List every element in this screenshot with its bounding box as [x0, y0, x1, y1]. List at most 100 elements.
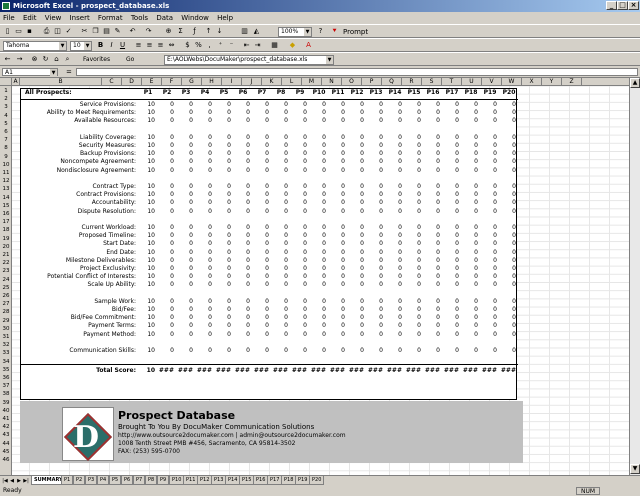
score-cell[interactable]: 0 — [214, 191, 234, 199]
score-cell[interactable]: 0 — [499, 240, 519, 248]
score-cell[interactable]: 0 — [157, 240, 177, 248]
score-cell[interactable]: 0 — [385, 273, 405, 281]
score-cell[interactable]: ### — [480, 367, 500, 375]
score-cell[interactable]: 0 — [271, 150, 291, 158]
borders-icon[interactable]: ▦ — [270, 41, 279, 50]
score-cell[interactable]: 0 — [176, 257, 196, 265]
score-cell[interactable]: 0 — [366, 208, 386, 216]
score-cell[interactable]: 0 — [157, 273, 177, 281]
score-cell[interactable]: 0 — [328, 109, 348, 117]
score-cell[interactable]: 0 — [233, 109, 253, 117]
score-cell[interactable]: 10 — [138, 117, 158, 125]
save-icon[interactable]: ▪ — [25, 27, 34, 36]
score-cell[interactable]: 0 — [385, 101, 405, 109]
score-cell[interactable]: 0 — [499, 322, 519, 330]
score-cell[interactable]: 0 — [176, 134, 196, 142]
score-cell[interactable]: 0 — [328, 199, 348, 207]
decrease-indent-icon[interactable]: ⇤ — [242, 41, 251, 50]
tab-p7[interactable]: P7 — [133, 476, 146, 485]
column-header-d[interactable]: D — [122, 78, 142, 86]
score-cell[interactable]: 0 — [423, 109, 443, 117]
score-cell[interactable]: 0 — [442, 298, 462, 306]
row-header[interactable]: 3 — [0, 103, 12, 111]
column-header-s[interactable]: S — [422, 78, 442, 86]
score-cell[interactable]: 0 — [290, 150, 310, 158]
score-cell[interactable]: 0 — [366, 249, 386, 257]
tab-p5[interactable]: P5 — [109, 476, 122, 485]
score-cell[interactable]: 0 — [499, 167, 519, 175]
score-cell[interactable]: 0 — [176, 347, 196, 355]
score-cell[interactable]: 0 — [480, 257, 500, 265]
column-header-i[interactable]: I — [222, 78, 242, 86]
score-cell[interactable]: 0 — [290, 331, 310, 339]
score-cell[interactable]: 0 — [328, 208, 348, 216]
score-cell[interactable]: 0 — [423, 249, 443, 257]
score-cell[interactable]: 0 — [366, 101, 386, 109]
score-cell[interactable]: 0 — [195, 273, 215, 281]
score-cell[interactable]: ### — [214, 367, 234, 375]
score-cell[interactable]: 0 — [404, 314, 424, 322]
score-cell[interactable]: 0 — [347, 273, 367, 281]
column-header-n[interactable]: N — [322, 78, 342, 86]
score-cell[interactable]: 0 — [499, 314, 519, 322]
score-cell[interactable]: 0 — [157, 109, 177, 117]
score-cell[interactable]: 0 — [499, 232, 519, 240]
score-cell[interactable]: 0 — [366, 281, 386, 289]
score-cell[interactable]: 0 — [328, 134, 348, 142]
score-cell[interactable]: 0 — [252, 150, 272, 158]
score-cell[interactable]: 0 — [252, 109, 272, 117]
score-cell[interactable]: 0 — [404, 183, 424, 191]
score-cell[interactable]: ### — [195, 367, 215, 375]
score-cell[interactable]: 0 — [480, 134, 500, 142]
score-cell[interactable]: 0 — [442, 191, 462, 199]
score-cell[interactable]: 0 — [442, 314, 462, 322]
score-cell[interactable]: 0 — [290, 265, 310, 273]
score-cell[interactable]: 0 — [309, 257, 329, 265]
column-header-m[interactable]: M — [302, 78, 322, 86]
row-header[interactable]: 23 — [0, 267, 12, 275]
score-cell[interactable]: 0 — [423, 298, 443, 306]
score-cell[interactable]: 10 — [138, 142, 158, 150]
score-cell[interactable]: 0 — [423, 199, 443, 207]
score-cell[interactable]: 0 — [290, 273, 310, 281]
score-cell[interactable]: 0 — [214, 314, 234, 322]
score-cell[interactable]: 0 — [176, 142, 196, 150]
score-cell[interactable]: 0 — [423, 347, 443, 355]
align-right-icon[interactable]: ≡ — [156, 41, 165, 50]
score-cell[interactable]: 0 — [347, 249, 367, 257]
score-cell[interactable]: 0 — [233, 273, 253, 281]
score-cell[interactable]: 0 — [290, 101, 310, 109]
row-header[interactable]: 42 — [0, 423, 12, 431]
menu-file[interactable]: File — [0, 12, 18, 24]
score-cell[interactable]: 0 — [214, 208, 234, 216]
score-cell[interactable]: 0 — [404, 331, 424, 339]
score-cell[interactable]: ### — [423, 367, 443, 375]
zoom-select[interactable]: 100% ▼ — [278, 27, 312, 37]
font-size-select[interactable]: 10 ▼ — [70, 41, 92, 51]
score-cell[interactable]: 0 — [499, 142, 519, 150]
score-cell[interactable]: 0 — [385, 265, 405, 273]
score-cell[interactable]: 0 — [480, 208, 500, 216]
score-cell[interactable]: ### — [385, 367, 405, 375]
score-cell[interactable]: 0 — [233, 331, 253, 339]
currency-icon[interactable]: $ — [183, 41, 192, 50]
score-cell[interactable]: 10 — [138, 257, 158, 265]
score-cell[interactable]: 0 — [385, 142, 405, 150]
score-cell[interactable]: 0 — [309, 167, 329, 175]
row-header[interactable]: 20 — [0, 243, 12, 251]
score-cell[interactable]: 0 — [423, 150, 443, 158]
score-cell[interactable]: 0 — [176, 322, 196, 330]
score-cell[interactable]: 0 — [309, 158, 329, 166]
score-cell[interactable]: 0 — [499, 257, 519, 265]
score-cell[interactable]: 0 — [366, 265, 386, 273]
back-icon[interactable]: ← — [3, 55, 12, 64]
row-header[interactable]: 2 — [0, 95, 12, 103]
score-cell[interactable]: 0 — [404, 208, 424, 216]
score-cell[interactable]: 0 — [271, 158, 291, 166]
score-cell[interactable]: 0 — [442, 347, 462, 355]
score-cell[interactable]: 0 — [461, 257, 481, 265]
score-cell[interactable]: 0 — [385, 347, 405, 355]
score-cell[interactable]: 0 — [347, 224, 367, 232]
score-cell[interactable]: 0 — [461, 117, 481, 125]
score-cell[interactable]: 0 — [328, 298, 348, 306]
